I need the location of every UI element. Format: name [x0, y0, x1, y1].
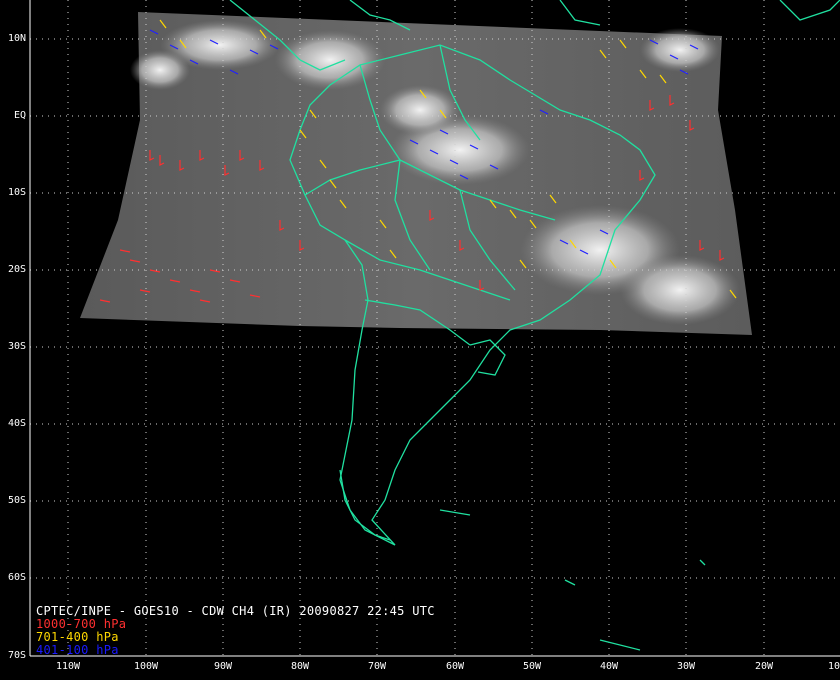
lon-label-110w: 110W	[55, 661, 81, 672]
lon-label-50w: 50W	[522, 661, 542, 672]
lat-label-10s: 10S	[7, 187, 26, 198]
lon-label-100w: 100W	[133, 661, 159, 672]
lon-label-70w: 70W	[367, 661, 387, 672]
lat-label-60s: 60S	[7, 572, 26, 583]
lon-label-30w: 30W	[676, 661, 696, 672]
lat-label-10n: 10N	[7, 33, 26, 44]
legend-entry-high: 401-100 hPa	[36, 643, 119, 657]
satellite-wind-map	[29, 0, 840, 657]
lat-label-40s: 40S	[7, 418, 26, 429]
lon-label-40w: 40W	[599, 661, 619, 672]
lat-label-20s: 20S	[7, 264, 26, 275]
lon-label-80w: 80W	[290, 661, 310, 672]
lat-label-70s: 70S	[7, 650, 26, 661]
lon-label-20w: 20W	[754, 661, 774, 672]
lon-label-10w: 10	[827, 661, 840, 672]
lon-label-90w: 90W	[213, 661, 233, 672]
lon-label-60w: 60W	[445, 661, 465, 672]
lat-label-eq: EQ	[13, 110, 26, 121]
lat-label-50s: 50S	[7, 495, 26, 506]
lat-label-30s: 30S	[7, 341, 26, 352]
